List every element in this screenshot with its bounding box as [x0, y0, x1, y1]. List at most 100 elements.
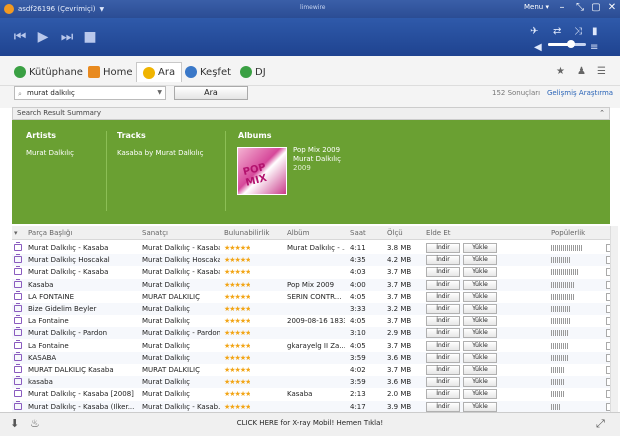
tab-library[interactable]: Kütüphane	[14, 64, 83, 80]
col-size[interactable]: Ölçü	[387, 229, 403, 237]
chevron-down-icon[interactable]: ▼	[157, 87, 162, 99]
upload-button[interactable]: Yükle	[463, 328, 497, 339]
cell-title: LA FONTAINE	[28, 292, 75, 301]
cell-artist: Murat Dalkılıç	[142, 353, 190, 362]
upload-button[interactable]: Yükle	[463, 352, 497, 363]
upload-button[interactable]: Yükle	[463, 401, 497, 412]
equalizer-icon[interactable]: ▮	[592, 26, 598, 37]
download-button[interactable]: İndir	[426, 243, 460, 253]
search-button[interactable]: Ara	[174, 86, 248, 100]
upload-button[interactable]: Yükle	[463, 243, 497, 253]
tab-dj[interactable]: DJ	[240, 64, 266, 80]
upload-button[interactable]: Yükle	[463, 255, 497, 266]
cell-time: 4:02	[350, 366, 366, 374]
artist-link[interactable]: Murat Dalkılıç	[26, 149, 74, 157]
table-row[interactable]: Murat Dalkılıç - Pardon Murat Dalkılıç - …	[12, 327, 610, 340]
col-availability[interactable]: Bulunabilirlik	[224, 229, 269, 237]
upload-button[interactable]: Yükle	[463, 365, 497, 375]
download-button[interactable]: İndir	[426, 401, 460, 412]
col-time[interactable]: Saat	[350, 229, 366, 237]
table-row[interactable]: kasaba Murat Dalkılıç ★★★★★ 3:59 3.6 MB İndir…	[12, 376, 610, 389]
upload-button[interactable]: Yükle	[463, 316, 497, 327]
col-get[interactable]: Elde Et	[426, 229, 451, 237]
cell-size: 3.9 MB	[387, 402, 412, 411]
share-icon[interactable]: ✈	[530, 26, 538, 37]
discover-icon	[185, 66, 197, 78]
list-icon[interactable]: ☰	[597, 66, 606, 77]
tab-discover[interactable]: Keşfet	[185, 64, 231, 80]
table-row[interactable]: MURAT DALKILIÇ Kasaba MURAT DALKILIÇ ★★★★★…	[12, 364, 610, 376]
cell-size: 3.8 MB	[387, 244, 412, 252]
download-button[interactable]: İndir	[426, 328, 460, 339]
tab-home[interactable]: Home	[88, 64, 133, 80]
stop-icon[interactable]: ■	[80, 27, 100, 47]
expand-icon[interactable]: ⤢	[596, 417, 605, 431]
download-button[interactable]: İndir	[426, 365, 460, 375]
track-link[interactable]: Kasaba by Murat Dalkılıç	[117, 149, 203, 157]
close-icon[interactable]: ✕	[606, 2, 618, 14]
next-icon[interactable]: ⏭	[57, 27, 77, 47]
table-row[interactable]: Murat Dalkılıç Hoscakal Murat Dalkılıç Ho…	[12, 254, 610, 267]
album-title[interactable]: Pop Mix 2009	[293, 146, 340, 154]
upload-button[interactable]: Yükle	[463, 304, 497, 314]
upload-button[interactable]: Yükle	[463, 389, 497, 400]
table-row[interactable]: Murat Dalkılıç - Kasaba Murat Dalkılıç - …	[12, 266, 610, 278]
download-button[interactable]: İndir	[426, 291, 460, 302]
download-button[interactable]: İndir	[426, 352, 460, 363]
table-row[interactable]: Murat Dalkılıç - Kasaba Murat Dalkılıç - …	[12, 242, 610, 254]
upload-button[interactable]: Yükle	[463, 279, 497, 290]
download-button[interactable]: İndir	[426, 255, 460, 266]
upload-button[interactable]: Yükle	[463, 340, 497, 351]
advanced-search-link[interactable]: Gelişmiş Araştırma	[547, 89, 613, 97]
promo-link[interactable]: CLICK HERE for X-ray Mobil! Hemen Tıkla!	[0, 419, 620, 427]
table-row[interactable]: Murat Dalkılıç - Kasaba [2008] Murat Dalk…	[12, 388, 610, 400]
table-row[interactable]: Murat Dalkılıç - Kasaba (Ilker... Murat D…	[12, 400, 610, 412]
volume-knob[interactable]	[567, 40, 575, 48]
album-cover[interactable]: POP MIX	[237, 147, 287, 195]
tab-search[interactable]: Ara	[136, 62, 183, 82]
repeat-icon[interactable]: ⇄	[553, 26, 561, 37]
volume-icon[interactable]: ◀	[534, 42, 542, 53]
popularity-bar	[551, 403, 561, 410]
sort-icon[interactable]: ▾	[14, 229, 18, 237]
download-button[interactable]: İndir	[426, 377, 460, 388]
people-icon[interactable]: ♟	[577, 66, 586, 77]
results-list: Murat Dalkılıç - Kasaba Murat Dalkılıç - …	[12, 242, 610, 412]
table-row[interactable]: KASABA Murat Dalkılıç ★★★★★ 3:59 3.6 MB İndir…	[12, 351, 610, 364]
collapse-icon[interactable]: ⌃	[599, 108, 605, 119]
cell-title: Murat Dalkılıç - Kasaba	[28, 244, 109, 252]
upload-button[interactable]: Yükle	[463, 291, 497, 302]
table-row[interactable]: Bize Gidelim Beyler Murat Dalkılıç ★★★★★ 3:…	[12, 303, 610, 315]
vertical-scrollbar[interactable]	[610, 226, 618, 412]
download-button[interactable]: İndir	[426, 340, 460, 351]
restore-icon[interactable]: ⤡	[574, 2, 586, 14]
minimize-icon[interactable]: –	[556, 2, 568, 14]
table-row[interactable]: Kasaba Murat Dalkılıç ★★★★★ Pop Mix 2009 4:0…	[12, 278, 610, 291]
col-popularity[interactable]: Popülerlik	[551, 229, 585, 237]
search-input[interactable]: ⌕ murat dalkılıç ▼	[14, 86, 166, 100]
user-status[interactable]: asdf26196 (Çevrimiçi)	[18, 5, 96, 13]
upload-button[interactable]: Yükle	[463, 377, 497, 388]
shuffle-icon[interactable]: ⤨	[574, 26, 582, 37]
table-row[interactable]: La Fontaine Murat Dalkılıç ★★★★★ 2009-08-16…	[12, 315, 610, 327]
maximize-icon[interactable]: ▢	[590, 2, 602, 14]
previous-icon[interactable]: ⏮	[10, 27, 30, 47]
summary-header[interactable]: Search Result Summary ⌃	[12, 107, 610, 120]
download-button[interactable]: İndir	[426, 279, 460, 290]
download-button[interactable]: İndir	[426, 316, 460, 327]
play-icon[interactable]: ▶	[33, 27, 53, 47]
library-icon	[14, 66, 26, 78]
star-icon[interactable]: ★	[556, 66, 565, 77]
video-file-icon	[14, 315, 22, 325]
table-row[interactable]: LA FONTAINE MURAT DALKILIÇ ★★★★★ SERIN CONT…	[12, 290, 610, 303]
col-title[interactable]: Parça Başlığı	[28, 229, 72, 237]
col-artist[interactable]: Sanatçı	[142, 229, 168, 237]
download-button[interactable]: İndir	[426, 267, 460, 278]
table-row[interactable]: La Fontaine Murat Dalkılıç ★★★★★ gkarayelg …	[12, 339, 610, 352]
download-button[interactable]: İndir	[426, 304, 460, 314]
status-dropdown-icon[interactable]: ▼	[100, 6, 105, 13]
menu-button[interactable]: Menu ▾	[524, 3, 549, 11]
upload-button[interactable]: Yükle	[463, 267, 497, 278]
col-album[interactable]: Albüm	[287, 229, 309, 237]
download-button[interactable]: İndir	[426, 389, 460, 400]
